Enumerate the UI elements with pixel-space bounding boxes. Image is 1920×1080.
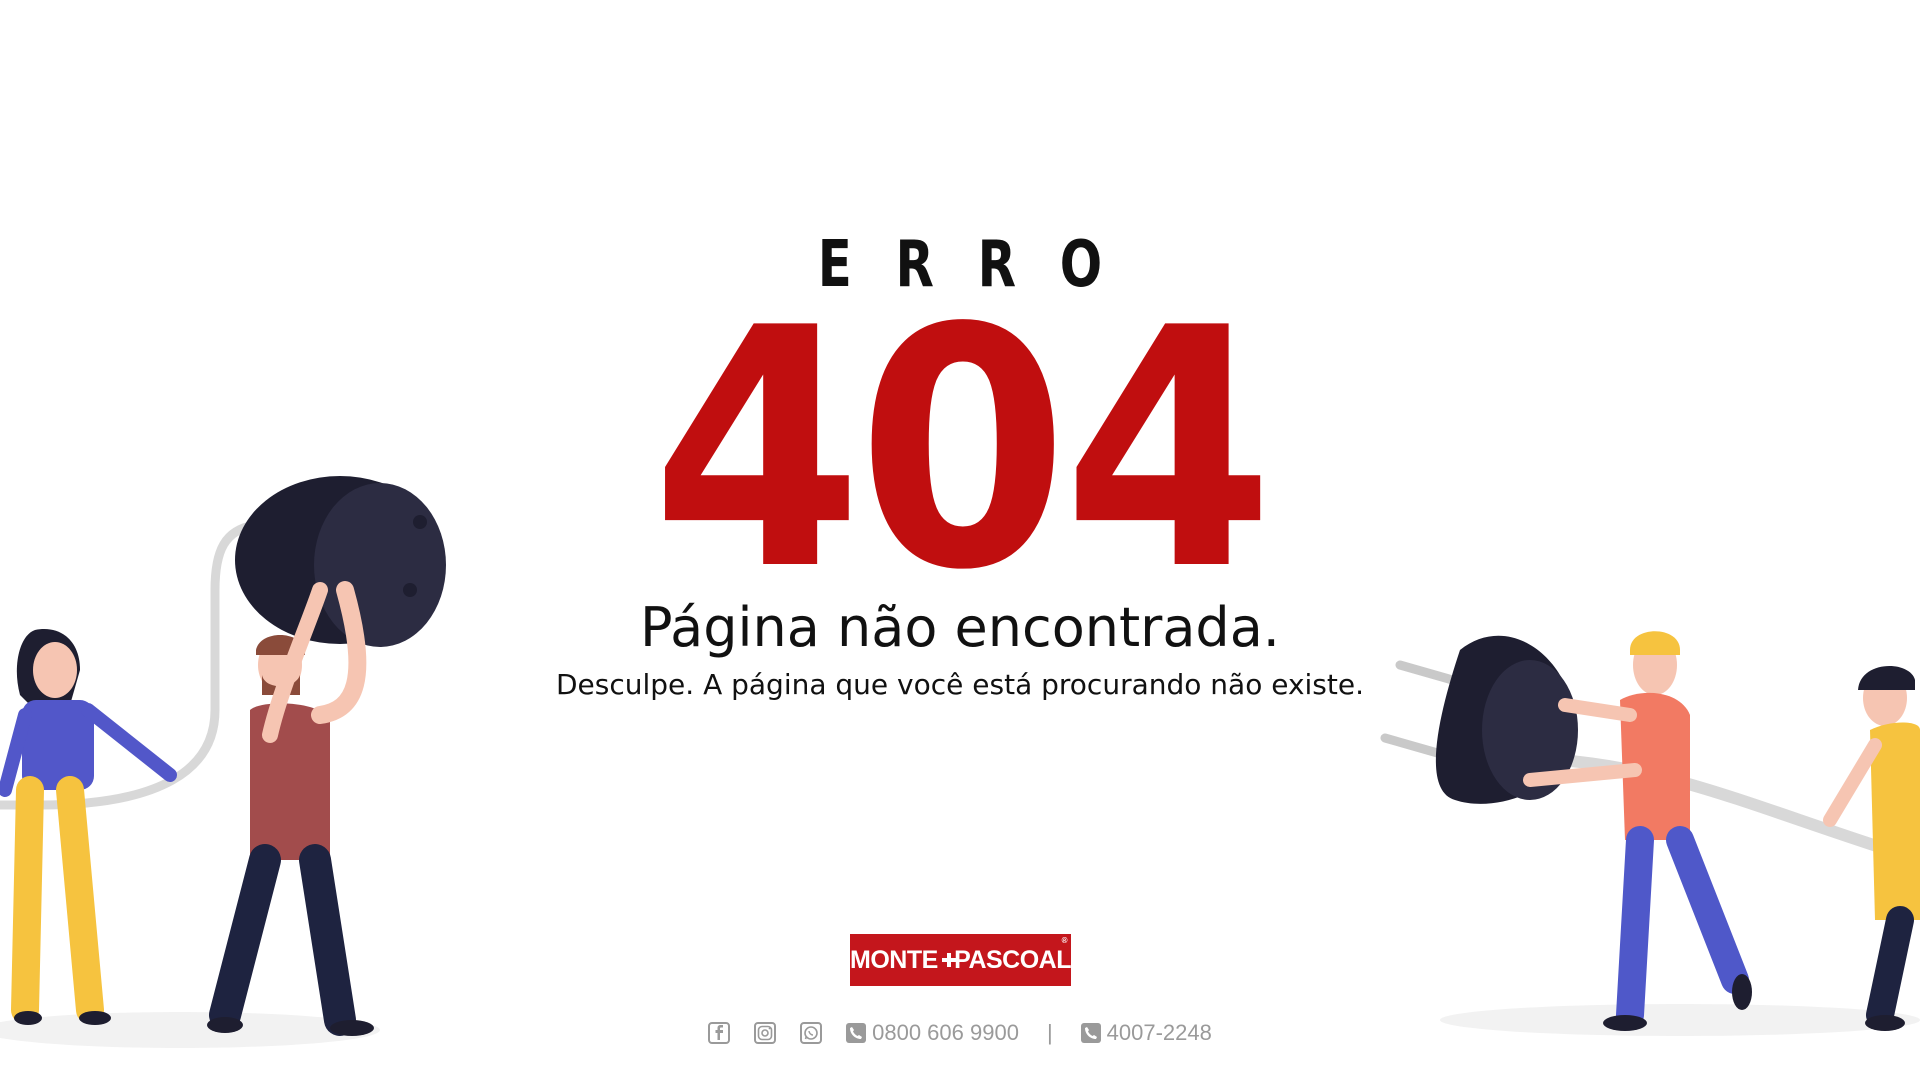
error-page: ERRO 404 Página não encontrada. Desculpe… <box>0 0 1920 1080</box>
page-subtitle: Desculpe. A página que você está procura… <box>555 668 1365 701</box>
footer-separator: | <box>1046 1020 1053 1045</box>
cross-icon <box>941 953 957 967</box>
brand-name-right: PASCOAL <box>954 945 1071 974</box>
phone-contact-2[interactable]: 4007-2248 <box>1080 1020 1212 1046</box>
brand-name-left: MONTE <box>850 945 938 974</box>
phone-icon <box>846 1023 867 1043</box>
phone-contact-1[interactable]: 0800 606 9900 <box>846 1020 1019 1046</box>
phone-number-2: 4007-2248 <box>1106 1020 1212 1045</box>
whatsapp-icon[interactable] <box>800 1022 823 1044</box>
facebook-icon[interactable] <box>708 1022 731 1044</box>
page-title: Página não encontrada. <box>640 596 1280 659</box>
registered-mark: ® <box>1061 936 1068 945</box>
phone-number-1: 0800 606 9900 <box>872 1020 1019 1045</box>
footer-contacts: 0800 606 9900 | 4007-2248 <box>0 1020 1920 1046</box>
phone-icon <box>1080 1023 1101 1043</box>
instagram-icon[interactable] <box>754 1022 777 1044</box>
error-code: 404 <box>651 258 1274 642</box>
brand-logo-link[interactable]: MONTE PASCOAL ® <box>850 934 1071 986</box>
